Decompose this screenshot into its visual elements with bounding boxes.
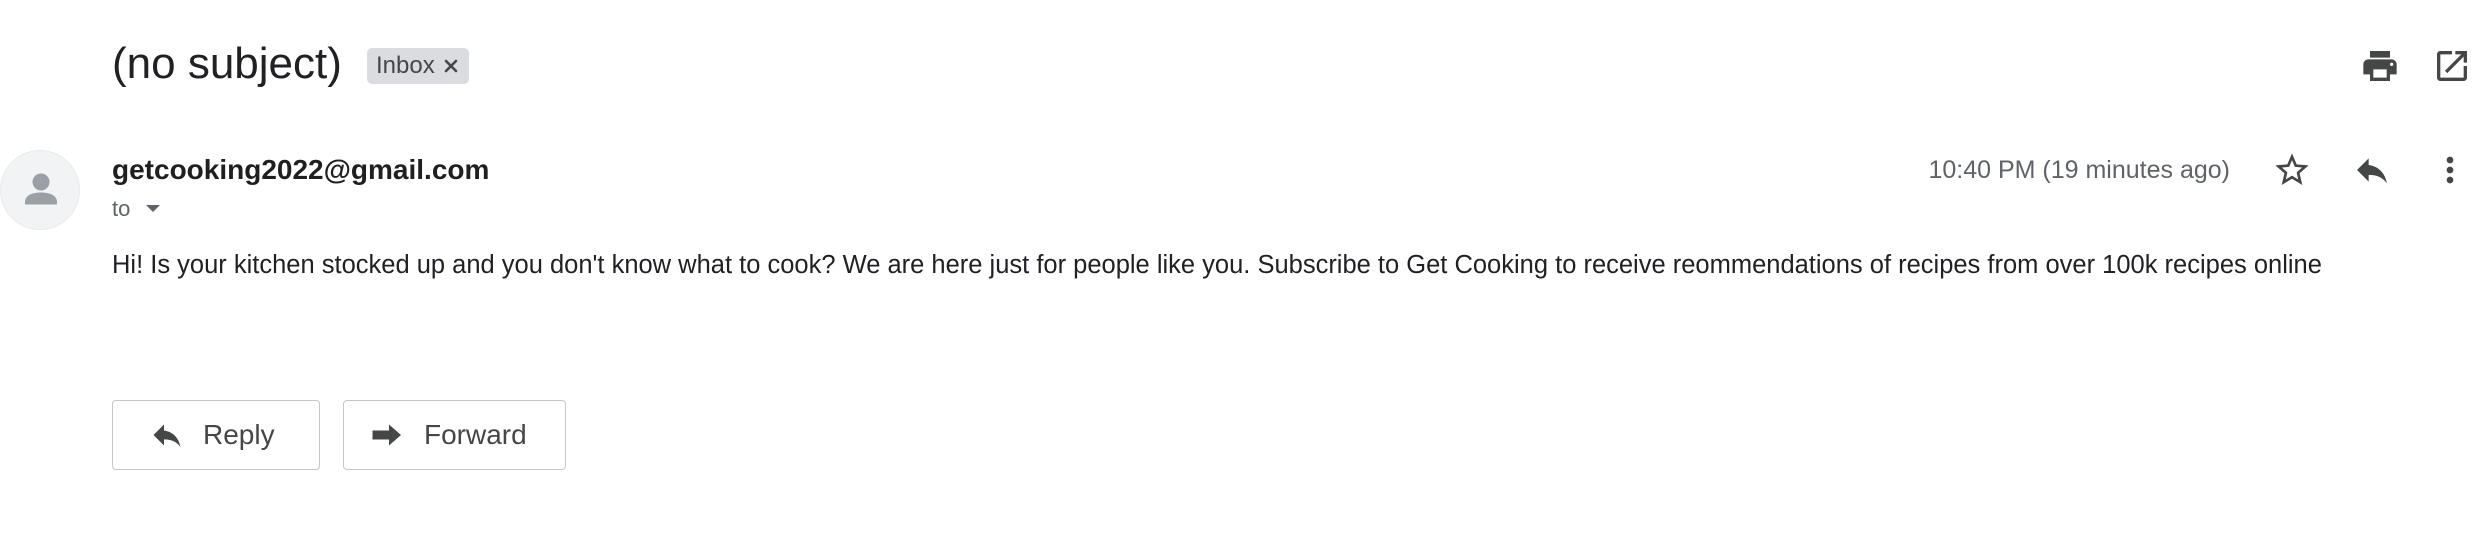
reply-action-button[interactable]: Reply: [112, 400, 320, 470]
open-in-new-window-button[interactable]: [2432, 46, 2472, 86]
reply-button[interactable]: [2352, 150, 2392, 190]
star-button[interactable]: [2272, 150, 2312, 190]
reply-icon: [153, 424, 181, 447]
more-vert-icon: [2446, 156, 2454, 184]
forward-action-label: Forward: [424, 419, 527, 450]
inbox-label-chip: Inbox: [367, 48, 469, 84]
message-timestamp: 10:40 PM (19 minutes ago): [1928, 156, 2230, 184]
print-all-button[interactable]: [2360, 46, 2400, 86]
forward-icon: [372, 424, 401, 446]
message-body: Hi! Is your kitchen stocked up and you d…: [112, 251, 2322, 279]
forward-action-button[interactable]: Forward: [343, 400, 566, 470]
open-in-new-window-icon: [2437, 51, 2467, 81]
person-icon: [25, 173, 57, 205]
sender-avatar: [0, 150, 80, 230]
reply-icon: [2357, 158, 2387, 184]
recipient-details-toggle[interactable]: to: [112, 194, 162, 224]
reply-action-label: Reply: [203, 419, 275, 450]
star-icon: [2275, 153, 2309, 185]
email-subject: (no subject): [112, 39, 342, 88]
sender-email[interactable]: getcooking2022@gmail.com: [112, 153, 489, 187]
chevron-down-icon: [146, 205, 161, 212]
print-icon: [2363, 51, 2397, 81]
more-options-button[interactable]: [2430, 150, 2470, 190]
remove-label-icon[interactable]: [443, 58, 459, 74]
to-label: to: [112, 196, 131, 221]
inbox-label-text: Inbox: [376, 52, 435, 79]
